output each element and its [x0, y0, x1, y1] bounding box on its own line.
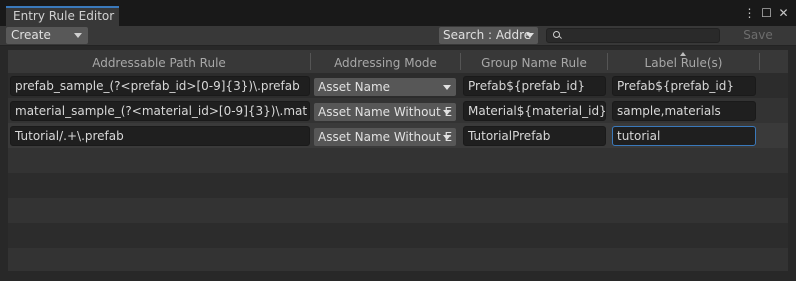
label-rules-field[interactable]: sample,materials [612, 101, 756, 121]
chevron-down-icon [443, 135, 451, 140]
table-row[interactable]: Tutorial/.+\.prefab Asset Name Without E… [8, 123, 788, 148]
column-header-group[interactable]: Group Name Rule [461, 50, 607, 73]
label-rules-field[interactable]: tutorial [612, 126, 756, 146]
label-rules-field[interactable]: Prefab${prefab_id} [612, 76, 756, 96]
search-icon [553, 31, 560, 38]
window-buttons: ⋮ ☐ ✕ [743, 6, 790, 20]
toolbar: Create Search : Addre Save [0, 26, 796, 46]
table-row[interactable]: prefab_sample_(?<prefab_id>[0-9]{3})\.pr… [8, 73, 788, 98]
save-button[interactable]: Save [729, 27, 787, 44]
addressing-mode-value: Asset Name Without E [318, 130, 453, 144]
empty-row [8, 173, 788, 198]
maximize-icon[interactable]: ☐ [760, 6, 773, 20]
create-dropdown[interactable]: Create [6, 27, 88, 44]
close-icon[interactable]: ✕ [777, 6, 790, 20]
kebab-menu-icon[interactable]: ⋮ [743, 6, 756, 20]
addressing-mode-value: Asset Name Without E [318, 105, 453, 119]
empty-row [8, 223, 788, 248]
window-tab[interactable]: Entry Rule Editor [6, 6, 119, 26]
addressing-mode-value: Asset Name [318, 80, 391, 94]
search-mode-label: Search : Addre [443, 28, 532, 42]
table-row[interactable]: material_sample_(?<material_id>[0-9]{3})… [8, 98, 788, 123]
path-rule-field[interactable]: prefab_sample_(?<prefab_id>[0-9]{3})\.pr… [10, 76, 310, 96]
addressing-mode-dropdown[interactable]: Asset Name Without E [314, 128, 456, 146]
search-mode-dropdown[interactable]: Search : Addre [439, 27, 538, 44]
chevron-down-icon [526, 33, 534, 38]
empty-row [8, 248, 788, 271]
sort-ascending-icon [680, 52, 686, 56]
path-rule-field[interactable]: material_sample_(?<material_id>[0-9]{3})… [10, 101, 310, 121]
column-header-path[interactable]: Addressable Path Rule [8, 50, 310, 73]
chevron-down-icon [443, 110, 451, 115]
column-divider[interactable] [759, 53, 760, 70]
empty-row [8, 198, 788, 223]
search-input[interactable] [546, 28, 720, 43]
tab-strip: Entry Rule Editor ⋮ ☐ ✕ [0, 0, 796, 26]
column-header-mode[interactable]: Addressing Mode [311, 50, 460, 73]
group-name-field[interactable]: Prefab${prefab_id} [463, 76, 606, 96]
chevron-down-icon [74, 33, 82, 38]
create-label: Create [11, 28, 51, 42]
rules-table: prefab_sample_(?<prefab_id>[0-9]{3})\.pr… [8, 73, 788, 271]
chevron-down-icon [443, 85, 451, 90]
group-name-field[interactable]: Material${material_id} [463, 101, 606, 121]
entry-rule-editor-window: Entry Rule Editor ⋮ ☐ ✕ Create Search : … [0, 0, 796, 281]
table-header: Addressable Path Rule Addressing Mode Gr… [8, 50, 788, 73]
empty-row [8, 148, 788, 173]
path-rule-field[interactable]: Tutorial/.+\.prefab [10, 126, 310, 146]
group-name-field[interactable]: TutorialPrefab [463, 126, 606, 146]
addressing-mode-dropdown[interactable]: Asset Name Without E [314, 103, 456, 121]
addressing-mode-dropdown[interactable]: Asset Name [314, 78, 456, 96]
